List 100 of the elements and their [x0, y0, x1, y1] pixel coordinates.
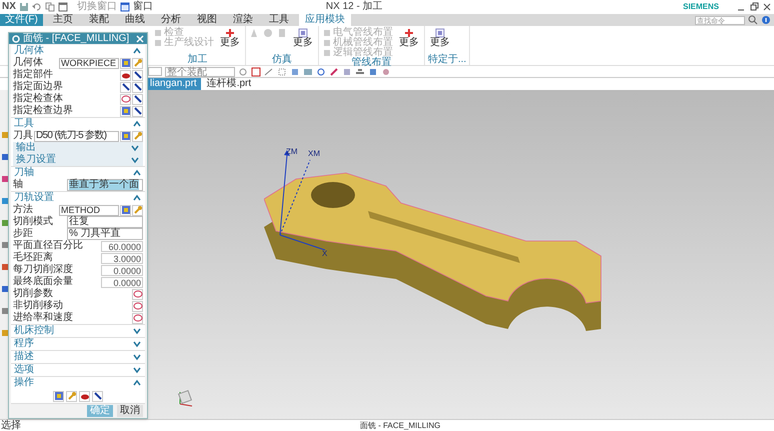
window-menu[interactable]: 窗口: [132, 0, 153, 14]
field-label: 指定检查体: [13, 94, 63, 104]
field-label: 几何体: [13, 58, 43, 68]
field-label: 步距: [13, 229, 33, 239]
section-title: 操作: [14, 378, 34, 388]
status-text: 选择: [0, 420, 21, 431]
toolbar-icon[interactable]: [355, 66, 365, 76]
dropdown-field[interactable]: 垂直于第一个面: [67, 179, 143, 191]
section-header[interactable]: 程序: [11, 338, 145, 350]
icon-button[interactable]: [132, 106, 143, 116]
ribbon-tab[interactable]: 分析: [154, 14, 187, 26]
search-icon[interactable]: [748, 15, 758, 25]
number-field[interactable]: 0.0000: [101, 276, 143, 288]
collapse-icon[interactable]: [132, 378, 142, 388]
field-label: 进给率和速度: [13, 313, 73, 323]
field-label: 平面直径百分比: [13, 241, 83, 251]
cancel-button[interactable]: 取消: [117, 404, 143, 416]
ribbon-group-label: 仿真: [271, 55, 293, 65]
field-label: 指定部件: [13, 70, 53, 80]
tool-icon: [132, 131, 142, 141]
number-field[interactable]: 0.0000: [101, 264, 143, 276]
collapse-icon[interactable]: [132, 193, 142, 203]
undo-icon[interactable]: [32, 2, 42, 12]
field-label: 刀具: [13, 131, 33, 141]
tool-icon: [132, 58, 142, 68]
field-label: 最终底面余量: [13, 277, 73, 287]
dropdown-field[interactable]: D50 (铣刀-5 参数): [34, 130, 119, 142]
dropdown-field[interactable]: WORKPIECE: [59, 58, 119, 68]
icon-button[interactable]: [132, 82, 143, 92]
icon-button[interactable]: [120, 82, 131, 92]
section-header[interactable]: 工具: [11, 118, 145, 130]
axis-label: XM: [308, 150, 320, 158]
window-icon[interactable]: [58, 2, 68, 12]
restore-icon[interactable]: [749, 2, 759, 12]
section-header[interactable]: 刀轨设置: [11, 192, 145, 204]
scope-dropdown[interactable]: 整个装配: [165, 66, 235, 76]
field-label: 方法: [13, 205, 33, 215]
field-label: 轴: [13, 180, 23, 190]
nx-logo: NX: [2, 2, 16, 12]
section-header[interactable]: 刀轴: [11, 167, 145, 179]
file-menu[interactable]: 文件(F): [0, 14, 43, 26]
tool-icon: [120, 205, 130, 215]
ribbon-tab[interactable]: 应用模块: [298, 14, 351, 26]
window-title: NX 12 - 加工: [326, 0, 383, 14]
copy-icon[interactable]: [44, 2, 55, 12]
subsection-header[interactable]: 换刀设置: [13, 154, 143, 166]
field-value: % 刀具平直: [69, 229, 121, 239]
section-title: 刀轴: [14, 168, 34, 178]
window-icon[interactable]: [120, 2, 130, 12]
tool-icon: [54, 391, 64, 401]
number-field[interactable]: 3.0000: [101, 252, 143, 264]
field-label: 非切削移动: [13, 301, 63, 311]
section-header[interactable]: 描述: [11, 351, 145, 363]
ribbon-tab[interactable]: 工具: [262, 14, 295, 26]
icon-button[interactable]: [132, 70, 143, 80]
number-field[interactable]: 60.0000: [101, 240, 143, 252]
subsection-header[interactable]: 输出: [13, 142, 143, 154]
ribbon-tab[interactable]: 视图: [190, 14, 223, 26]
save-icon[interactable]: [18, 2, 29, 12]
axis-label: X: [322, 250, 328, 258]
section-header[interactable]: 几何体: [11, 45, 145, 57]
tool-icon: [132, 205, 142, 215]
field-label: 指定面边界: [13, 82, 63, 92]
section-title: 机床控制: [14, 326, 54, 336]
ribbon-group-label: 加工: [186, 55, 208, 65]
section-title: 刀轨设置: [14, 193, 54, 203]
section-title: 描述: [14, 352, 34, 362]
section-title: 几何体: [14, 46, 44, 56]
field-label: 切削参数: [13, 289, 53, 299]
ribbon-group-label: 特定于...: [428, 55, 466, 65]
ribbon-tab[interactable]: 曲线: [118, 14, 151, 26]
more-button[interactable]: 更多: [397, 28, 421, 48]
dropdown-field[interactable]: % 刀具平直: [67, 228, 143, 240]
field-label: 切削模式: [13, 217, 53, 227]
field-value: 垂直于第一个面: [69, 180, 139, 190]
section-title: 程序: [14, 339, 34, 349]
document-tab[interactable]: liangan.prt: [146, 78, 201, 90]
ribbon-tab[interactable]: 装配: [82, 14, 115, 26]
icon-button[interactable]: [132, 94, 143, 104]
subsection-title: 换刀设置: [16, 155, 56, 165]
collapse-icon[interactable]: [132, 46, 142, 56]
ribbon-tab[interactable]: 渲染: [226, 14, 259, 26]
section-title: 工具: [14, 119, 34, 129]
tool-icon: [66, 391, 76, 401]
icon-button[interactable]: [92, 390, 103, 402]
section-header[interactable]: 选项: [11, 364, 145, 376]
section-header[interactable]: 机床控制: [11, 325, 145, 337]
more-button[interactable]: 更多: [218, 28, 242, 48]
field-value: 往复: [69, 217, 89, 227]
close-icon[interactable]: [762, 2, 772, 12]
brand-logo: SIEMENS: [682, 3, 719, 11]
more-button[interactable]: 更多: [428, 28, 452, 48]
dropdown-field[interactable]: 往复: [67, 216, 143, 228]
field-label: 每刀切削深度: [13, 265, 73, 275]
collapse-icon[interactable]: [132, 119, 142, 129]
dropdown-field[interactable]: METHOD: [59, 204, 119, 216]
collapse-icon[interactable]: [132, 168, 142, 178]
more-button[interactable]: 更多: [291, 28, 315, 48]
section-title: 选项: [14, 365, 34, 375]
ribbon-tab[interactable]: 主页: [46, 14, 79, 26]
